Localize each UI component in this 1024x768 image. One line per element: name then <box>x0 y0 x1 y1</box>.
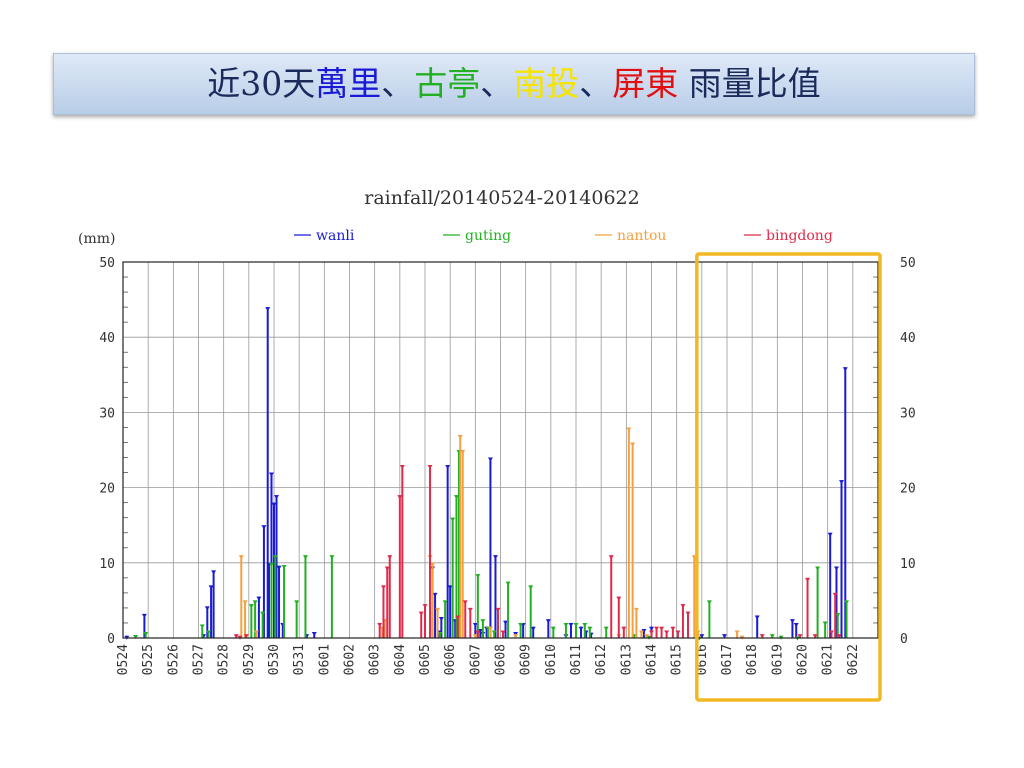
title-part: 古亭 <box>414 64 481 103</box>
x-tick-label: 0608 <box>494 644 509 675</box>
x-tick-label: 0606 <box>443 644 458 675</box>
x-tick-label: 0528 <box>217 644 232 675</box>
x-tick-label: 0615 <box>670 644 685 675</box>
legend-label-wanli: wanli <box>316 228 355 244</box>
y-tick-label-left: 20 <box>99 482 115 497</box>
y-tick-label-right: 30 <box>900 406 916 421</box>
x-tick-label: 0531 <box>292 644 307 675</box>
x-tick-label: 0526 <box>166 644 181 675</box>
rainfall-chart: rainfall/20140524-20140622 (mm) wanli gut… <box>78 187 916 702</box>
grid <box>123 261 878 639</box>
legend: wanli guting nantou bingdong <box>294 228 833 244</box>
x-tick-label: 0605 <box>418 644 433 675</box>
x-tick-label: 0612 <box>594 644 609 675</box>
y-tick-label-right: 40 <box>900 331 916 346</box>
x-tick-label: 0611 <box>569 644 584 675</box>
title-part: 、 <box>579 64 613 103</box>
x-tick-label: 0614 <box>645 644 660 675</box>
x-tick-label: 0603 <box>368 644 383 675</box>
x-tick-label: 0617 <box>720 644 735 675</box>
x-tick-label: 0529 <box>242 644 257 675</box>
title-part: 萬里 <box>315 64 382 103</box>
y-tick-label-left: 50 <box>99 256 115 271</box>
title-part: 近30天 <box>207 64 316 103</box>
title-part: 、 <box>480 64 514 103</box>
y-tick-label-right: 10 <box>900 557 916 572</box>
y-tick-label-right: 0 <box>900 632 908 647</box>
x-tick-label: 0613 <box>619 644 634 675</box>
x-tick-label: 0602 <box>343 644 358 675</box>
y-tick-label-left: 0 <box>107 632 115 647</box>
y-tick-label-left: 40 <box>99 331 115 346</box>
title-part: 、 <box>381 64 415 103</box>
x-tick-label: 0604 <box>393 644 408 675</box>
legend-label-nantou: nantou <box>617 228 666 244</box>
x-tick-label: 0601 <box>317 644 332 675</box>
x-tick-label: 0607 <box>468 644 483 675</box>
x-tick-label: 0525 <box>141 644 156 675</box>
legend-label-guting: guting <box>465 228 511 244</box>
x-tick-label: 0524 <box>116 644 131 675</box>
x-tick-label: 0621 <box>821 644 836 675</box>
y-axis-unit: (mm) <box>78 231 115 247</box>
title-part: 南投 <box>513 64 580 103</box>
slide-title-banner: 近30天萬里、古亭、南投、屏東 雨量比值 <box>53 53 975 115</box>
y-tick-label-left: 10 <box>99 557 115 572</box>
x-tick-label: 0530 <box>267 644 282 675</box>
x-tick-label: 0610 <box>544 644 559 675</box>
legend-label-bingdong: bingdong <box>766 228 833 244</box>
y-tick-label-left: 30 <box>99 406 115 421</box>
chart-title: rainfall/20140524-20140622 <box>364 187 639 209</box>
title-part: 雨量比值 <box>678 64 821 103</box>
x-tick-label: 0619 <box>770 644 785 675</box>
x-tick-label: 0527 <box>192 644 207 675</box>
y-tick-label-right: 50 <box>900 256 916 271</box>
x-tick-label: 0622 <box>846 644 861 675</box>
x-tick-label: 0609 <box>519 644 534 675</box>
y-tick-label-right: 20 <box>900 482 916 497</box>
title-part: 屏東 <box>612 64 679 103</box>
x-tick-label: 0620 <box>796 644 811 675</box>
x-tick-label: 0618 <box>745 644 760 675</box>
